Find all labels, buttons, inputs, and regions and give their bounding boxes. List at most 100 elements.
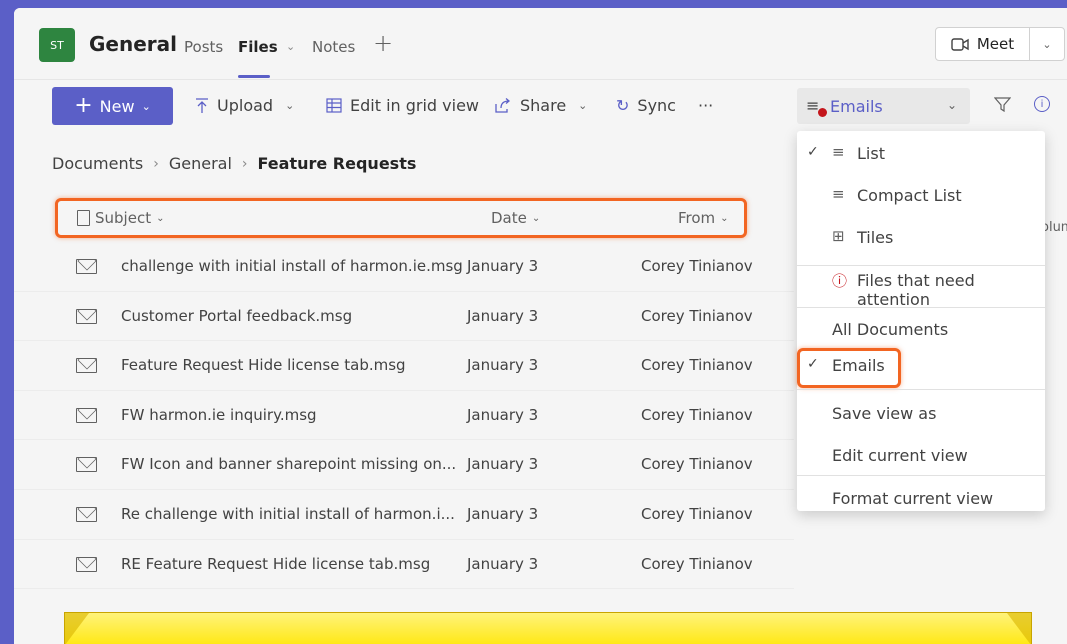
info-icon[interactable]: i xyxy=(1034,96,1050,112)
sync-label: Sync xyxy=(637,96,676,115)
menu-item-label: Files that need attention xyxy=(857,271,975,309)
from-header-label: From xyxy=(678,209,716,227)
table-row[interactable]: Feature Request Hide license tab.msg Jan… xyxy=(14,341,794,391)
view-selector-label: Emails xyxy=(830,97,883,116)
menu-item-list[interactable]: ✓ ≡ List xyxy=(797,142,1045,176)
chevron-down-icon: ⌄ xyxy=(285,99,295,112)
menu-item-label: Tiles xyxy=(857,228,894,247)
team-header: ST General Posts Files ⌄ Notes + Meet ⌄ xyxy=(14,8,1067,80)
tab-notes[interactable]: Notes xyxy=(312,38,355,56)
menu-item-label: Edit current view xyxy=(832,446,968,465)
table-row[interactable]: RE Feature Request Hide license tab.msg … xyxy=(14,540,794,590)
share-label: Share xyxy=(520,96,567,115)
mail-icon xyxy=(76,506,97,522)
mail-icon xyxy=(76,556,97,572)
file-date: January 3 xyxy=(467,554,539,573)
more-options-button[interactable]: ··· xyxy=(698,96,713,115)
chevron-down-icon: ⌄ xyxy=(720,212,729,224)
file-name[interactable]: FW Icon and banner sharepoint missing on… xyxy=(121,455,456,473)
breadcrumb-general[interactable]: General xyxy=(169,154,232,173)
sync-icon: ↻ xyxy=(616,96,630,115)
date-header-label: Date xyxy=(491,209,527,227)
menu-item-label: Format current view xyxy=(832,489,994,508)
new-button[interactable]: + New ⌄ xyxy=(52,87,173,125)
file-from: Corey Tinianov xyxy=(641,257,753,275)
command-bar: + New ⌄ Upload ⌄ Edit in grid view Share… xyxy=(14,80,1067,132)
edit-grid-button[interactable]: Edit in grid view xyxy=(326,96,479,115)
file-date: January 3 xyxy=(467,405,539,424)
unsaved-view-dot xyxy=(818,108,827,117)
subject-header-label: Subject xyxy=(95,209,152,227)
meet-button[interactable]: Meet xyxy=(936,28,1030,60)
file-name[interactable]: challenge with initial install of harmon… xyxy=(121,257,463,275)
grid-icon xyxy=(326,98,342,113)
menu-divider xyxy=(797,265,1045,266)
checkmark-icon: ✓ xyxy=(807,144,819,160)
sync-button[interactable]: ↻ Sync xyxy=(616,96,676,115)
menu-item-label: Save view as xyxy=(832,404,937,423)
tiles-icon: ⊞ xyxy=(832,227,845,245)
column-header-subject[interactable]: Subject ⌄ xyxy=(77,209,164,227)
menu-item-label: All Documents xyxy=(832,320,949,339)
file-from: Corey Tinianov xyxy=(641,455,753,474)
files-tab-chevron-icon[interactable]: ⌄ xyxy=(286,40,295,53)
chevron-down-icon: ⌄ xyxy=(531,212,541,224)
file-name[interactable]: Re challenge with initial install of har… xyxy=(121,505,455,523)
menu-divider xyxy=(797,389,1045,390)
share-button[interactable]: Share ⌄ xyxy=(495,96,587,115)
menu-item-files-need-attention[interactable]: ⓘ Files that need attention xyxy=(797,269,1045,309)
table-row[interactable]: FW harmon.ie inquiry.msg January 3 Corey… xyxy=(14,391,794,441)
emails-highlight-box xyxy=(797,348,901,388)
menu-item-compact-list[interactable]: ≡ Compact List xyxy=(797,184,1045,218)
view-selector[interactable]: ≡ Emails ⌄ xyxy=(797,88,970,124)
menu-divider xyxy=(797,475,1045,476)
file-list: challenge with initial install of harmon… xyxy=(14,242,794,590)
video-camera-icon xyxy=(951,37,969,51)
breadcrumb-current-folder: Feature Requests xyxy=(257,154,417,173)
tab-posts[interactable]: Posts xyxy=(184,38,223,56)
list-icon: ≡ xyxy=(832,143,845,161)
chevron-down-icon: ⌄ xyxy=(141,99,151,113)
file-from: Corey Tinianov xyxy=(641,504,753,523)
file-from: Corey Tinianov xyxy=(641,405,753,424)
tab-files[interactable]: Files xyxy=(238,38,278,56)
chevron-down-icon: ⌄ xyxy=(156,212,165,224)
filter-icon[interactable] xyxy=(994,97,1011,112)
table-row[interactable]: FW Icon and banner sharepoint missing on… xyxy=(14,440,794,490)
upload-label: Upload xyxy=(217,96,274,115)
column-header-date[interactable]: Date ⌄ xyxy=(491,209,540,227)
mail-icon xyxy=(76,308,97,324)
menu-item-edit-current-view[interactable]: Edit current view xyxy=(797,436,1045,472)
meet-control: Meet ⌄ xyxy=(935,27,1065,61)
table-row[interactable]: Re challenge with initial install of har… xyxy=(14,490,794,540)
file-name[interactable]: Feature Request Hide license tab.msg xyxy=(121,356,406,374)
team-name: General xyxy=(89,32,177,56)
active-tab-indicator xyxy=(238,75,270,78)
meet-chevron-down-icon[interactable]: ⌄ xyxy=(1030,28,1064,60)
upload-button[interactable]: Upload ⌄ xyxy=(195,96,294,115)
add-tab-plus-icon[interactable]: + xyxy=(373,29,393,57)
column-header-from[interactable]: From ⌄ xyxy=(678,209,729,227)
menu-item-tiles[interactable]: ⊞ Tiles xyxy=(797,226,1045,260)
table-row[interactable]: challenge with initial install of harmon… xyxy=(14,242,794,292)
callout-banner xyxy=(64,612,1032,644)
file-name[interactable]: Customer Portal feedback.msg xyxy=(121,307,352,325)
meet-label: Meet xyxy=(976,35,1015,53)
file-name[interactable]: FW harmon.ie inquiry.msg xyxy=(121,406,317,424)
edit-grid-label: Edit in grid view xyxy=(350,96,480,115)
menu-item-all-documents[interactable]: All Documents xyxy=(797,312,1045,346)
breadcrumb-documents[interactable]: Documents xyxy=(52,154,143,173)
mail-icon xyxy=(76,457,97,473)
compact-list-icon: ≡ xyxy=(832,185,845,203)
file-date: January 3 xyxy=(467,356,539,375)
menu-item-label: Compact List xyxy=(857,186,962,205)
teams-files-window: ST General Posts Files ⌄ Notes + Meet ⌄ … xyxy=(14,8,1067,644)
column-header-row-highlighted: Subject ⌄ Date ⌄ From ⌄ xyxy=(55,198,747,238)
file-name[interactable]: RE Feature Request Hide license tab.msg xyxy=(121,555,430,573)
file-date: January 3 xyxy=(467,504,539,523)
view-dropdown-menu: ✓ ≡ List ≡ Compact List ⊞ Tiles ⓘ Files … xyxy=(797,131,1045,511)
menu-divider xyxy=(797,307,1045,308)
menu-item-format-current-view[interactable]: Format current view xyxy=(797,479,1045,515)
table-row[interactable]: Customer Portal feedback.msg January 3 C… xyxy=(14,292,794,342)
menu-item-save-view-as[interactable]: Save view as xyxy=(797,394,1045,430)
